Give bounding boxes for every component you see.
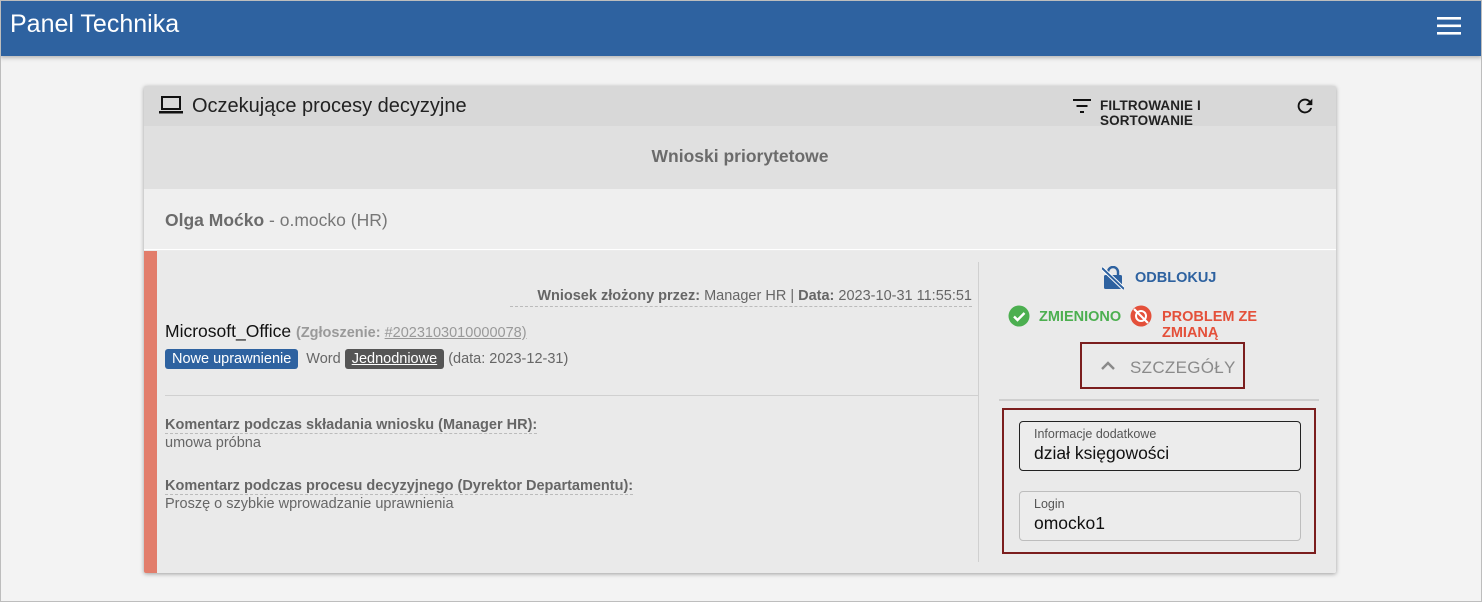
unlock-button[interactable]: ODBLOKUJ (1102, 265, 1242, 290)
hamburger-menu-icon (1437, 17, 1461, 35)
unlock-label: ODBLOKUJ (1135, 270, 1217, 286)
request-item: Wniosek złożony przez: Manager HR | Data… (144, 251, 1336, 573)
request-meta: Wniosek złożony przez: Manager HR | Data… (510, 288, 972, 307)
details-panel: Informacje dodatkowe dział księgowości L… (1002, 408, 1316, 554)
user-login: - o.mocko (HR) (264, 210, 388, 230)
app-title: Panel Technika (10, 10, 180, 38)
tags-line: Nowe uprawnienie Word Jednodniowe (data: 2… (165, 349, 568, 371)
comment-submit-label: Komentarz podczas składania wniosku (Man… (165, 417, 538, 434)
date-label: Data: (798, 288, 835, 304)
lock-open-icon (1102, 266, 1124, 290)
changed-button[interactable]: ZMIENIONO (1008, 305, 1128, 329)
problem-label: PROBLEM ZE ZMIANĄ (1162, 309, 1258, 341)
pending-processes-card: Oczekujące procesy decyzyjne FILTROWANIE… (144, 86, 1336, 573)
filter-icon (1073, 99, 1091, 113)
comment-submit-text: umowa próbna (165, 435, 261, 451)
product-name: Microsoft_Office (165, 321, 292, 341)
date-value: 2023-10-31 11:55:51 (834, 288, 972, 304)
submitted-by-label: Wniosek złożony przez: (537, 288, 701, 304)
priority-accent-bar (144, 251, 157, 573)
login-value: omocko1 (1034, 513, 1106, 533)
ticket-link[interactable]: #2023103010000078) (385, 325, 527, 341)
additional-info-field[interactable]: Informacje dodatkowe dział księgowości (1019, 421, 1301, 471)
sync-problem-icon (1130, 305, 1152, 327)
app-name: Word (306, 351, 341, 367)
changed-label: ZMIENIONO (1039, 309, 1122, 325)
valid-date: (data: 2023-12-31) (448, 351, 569, 367)
permission-type-badge[interactable]: Jednodniowe (344, 349, 445, 369)
priority-title: Wnioski priorytetowe (651, 146, 829, 166)
filter-sort-label: FILTROWANIE I SORTOWANIE (1100, 98, 1201, 128)
vertical-divider (978, 262, 979, 562)
comment-decision-text: Proszę o szybkie wprowadzanie uprawnieni… (165, 496, 454, 512)
comment-decision-label: Komentarz podczas procesu decyzyjnego (D… (165, 478, 634, 495)
user-row: Olga Moćko - o.mocko (HR) (144, 189, 1336, 250)
menu-button[interactable] (1436, 13, 1462, 39)
filter-sort-button[interactable]: FILTROWANIE I SORTOWANIE (1068, 95, 1284, 128)
app-bar: Panel Technika (0, 0, 1482, 56)
laptop-icon (159, 96, 183, 114)
chevron-up-icon (1101, 361, 1115, 370)
new-permission-badge: Nowe uprawnienie (165, 349, 299, 369)
product-line: Microsoft_Office (Zgłoszenie: #202310301… (165, 321, 527, 342)
refresh-icon[interactable] (1294, 95, 1316, 117)
details-label: SZCZEGÓŁY (1130, 358, 1236, 377)
user-line: Olga Moćko - o.mocko (HR) (165, 210, 388, 231)
ticket-prefix: (Zgłoszenie: (295, 325, 385, 341)
card-title: Oczekujące procesy decyzyjne (192, 95, 467, 117)
check-circle-icon (1008, 305, 1030, 327)
priority-section: Wnioski priorytetowe (144, 126, 1336, 189)
submitted-by-value: Manager HR | (700, 288, 799, 304)
user-name: Olga Moćko (165, 210, 265, 230)
login-label: Login (1034, 497, 1065, 511)
additional-info-label: Informacje dodatkowe (1034, 427, 1157, 441)
divider (165, 395, 979, 396)
additional-info-value: dział księgowości (1034, 443, 1170, 463)
card-header: Oczekujące procesy decyzyjne FILTROWANIE… (144, 86, 1336, 128)
login-field[interactable]: Login omocko1 (1019, 491, 1301, 541)
details-toggle-button[interactable]: SZCZEGÓŁY (1080, 342, 1245, 389)
details-divider (999, 399, 1319, 401)
problem-button[interactable]: PROBLEM ZE ZMIANĄ (1130, 305, 1316, 341)
